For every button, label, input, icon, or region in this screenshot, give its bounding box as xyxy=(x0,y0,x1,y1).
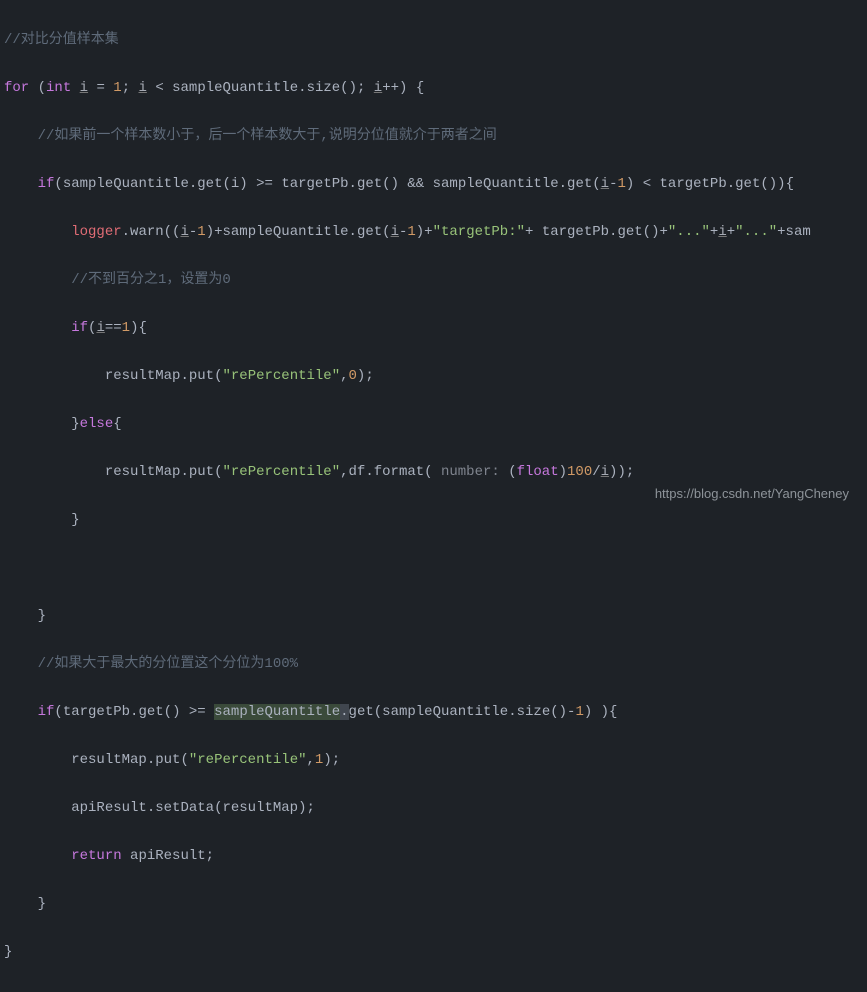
code-line: //如果大于最大的分位置这个分位为100% xyxy=(4,652,867,676)
code-line: if(targetPb.get() >= sampleQuantitle.get… xyxy=(4,700,867,724)
code-line: //不到百分之1，设置为0 xyxy=(4,268,867,292)
comment: //对比分值样本集 xyxy=(4,32,119,48)
code-line: } xyxy=(4,892,867,916)
code-line: }else{ xyxy=(4,412,867,436)
code-line: apiResult.setData(resultMap); xyxy=(4,796,867,820)
watermark: https://blog.csdn.net/YangCheney xyxy=(655,482,849,506)
code-line: resultMap.put("rePercentile",0); xyxy=(4,364,867,388)
code-line: //对比分值样本集 xyxy=(4,28,867,52)
code-line: } xyxy=(4,604,867,628)
code-line: return apiResult; xyxy=(4,844,867,868)
code-line: if(sampleQuantitle.get(i) >= targetPb.ge… xyxy=(4,172,867,196)
code-line: logger.warn((i-1)+sampleQuantitle.get(i-… xyxy=(4,220,867,244)
code-line: //如果前一个样本数小于，后一个样本数大于,说明分位值就介于两者之间 xyxy=(4,124,867,148)
code-line: resultMap.put("rePercentile",df.format( … xyxy=(4,460,867,484)
code-line: for (int i = 1; i < sampleQuantitle.size… xyxy=(4,76,867,100)
inlay-hint: number: xyxy=(441,464,500,480)
code-line: resultMap.put("rePercentile",1); xyxy=(4,748,867,772)
code-line xyxy=(4,556,867,580)
code-line: } xyxy=(4,508,867,532)
code-line: if(i==1){ xyxy=(4,316,867,340)
code-line: } xyxy=(4,940,867,964)
